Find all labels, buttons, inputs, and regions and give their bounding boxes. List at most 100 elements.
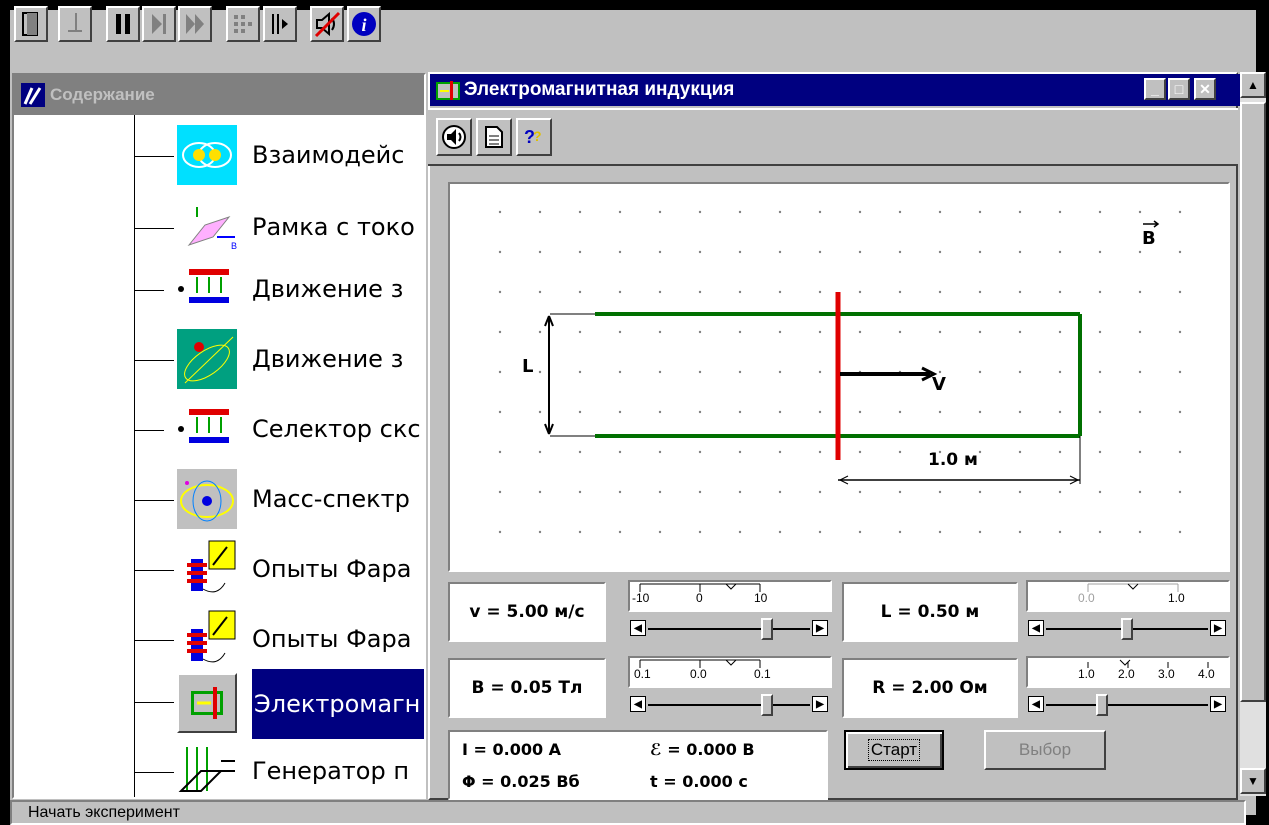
- field-dot: [1058, 370, 1062, 374]
- close-button[interactable]: ✕: [1194, 78, 1216, 100]
- sound-icon[interactable]: [436, 118, 472, 156]
- window-title-bar[interactable]: Электромагнитная индукция _ □ ✕: [430, 74, 1240, 106]
- field-decrease-button[interactable]: ◀: [630, 696, 646, 712]
- velocity-tick: 10: [754, 591, 768, 605]
- resistance-increase-button[interactable]: ▶: [1210, 696, 1226, 712]
- resistance-tick: 1.0: [1078, 667, 1095, 681]
- length-tick: 1.0: [1168, 591, 1185, 605]
- field-increase-button[interactable]: ▶: [812, 696, 828, 712]
- velocity-slider[interactable]: -10 0 10 ◀ ▶: [628, 580, 832, 644]
- velocity-scale: -10 0 10: [628, 580, 832, 612]
- field-dot: [738, 290, 742, 294]
- list-item[interactable]: B Рамка с токо: [14, 195, 424, 265]
- field-dot: [1058, 530, 1062, 534]
- list-item-label: Движение з: [252, 345, 404, 373]
- field-dot: [1138, 530, 1142, 534]
- field-dot: [858, 530, 862, 534]
- field-label: B: [1142, 228, 1156, 249]
- scroll-up-button[interactable]: ▲: [1240, 72, 1266, 98]
- list-item[interactable]: Опыты Фара: [14, 607, 424, 677]
- list-item[interactable]: Опыты Фара: [14, 537, 424, 607]
- list-item[interactable]: Взаимодейс: [14, 123, 424, 193]
- field-dot: [498, 490, 502, 494]
- step-icon[interactable]: [58, 6, 92, 42]
- field-dot: [578, 530, 582, 534]
- vertical-scrollbar[interactable]: ▲ ▼: [1240, 72, 1266, 796]
- field-dot: [778, 250, 782, 254]
- field-dot: [658, 410, 662, 414]
- induction-icon: [177, 673, 237, 733]
- field-dot: [898, 290, 902, 294]
- faraday-experiment-icon: [177, 539, 237, 599]
- sound-off-icon[interactable]: [310, 6, 344, 42]
- grid-icon[interactable]: [226, 6, 260, 42]
- pause-icon[interactable]: [106, 6, 140, 42]
- field-dot: [578, 410, 582, 414]
- field-dot: [1058, 330, 1062, 334]
- field-dot: [1178, 370, 1182, 374]
- field-dot: [1138, 330, 1142, 334]
- length-slider[interactable]: 0.0 1.0 ◀ ▶: [1026, 580, 1230, 644]
- field-scale: 0.1 0.0 0.1: [628, 656, 832, 688]
- field-dot: [538, 370, 542, 374]
- length-scale: 0.0 1.0: [1026, 580, 1230, 612]
- info-icon[interactable]: i: [347, 6, 381, 42]
- length-decrease-button[interactable]: ◀: [1028, 620, 1044, 636]
- minimize-button[interactable]: _: [1144, 78, 1166, 100]
- list-item[interactable]: Движение з: [14, 327, 424, 397]
- length-slider-thumb[interactable]: [1121, 618, 1133, 640]
- resistance-readout: R = 2.00 Ом: [842, 658, 1018, 718]
- field-dot: [578, 210, 582, 214]
- help-icon[interactable]: ??: [516, 118, 552, 156]
- field-dot: [698, 370, 702, 374]
- field-dot: [538, 450, 542, 454]
- field-slider[interactable]: 0.1 0.0 0.1 ◀ ▶: [628, 656, 832, 720]
- resistance-slider-thumb[interactable]: [1095, 694, 1108, 716]
- field-dot: [1018, 330, 1022, 334]
- list-item-label: Селектор скс: [252, 415, 421, 443]
- field-dot: [698, 530, 702, 534]
- document-icon[interactable]: [476, 118, 512, 156]
- resistance-decrease-button[interactable]: ◀: [1028, 696, 1044, 712]
- field-dot: [1098, 290, 1102, 294]
- field-dot: [898, 530, 902, 534]
- velocity-decrease-button[interactable]: ◀: [630, 620, 646, 636]
- exit-icon[interactable]: [14, 6, 48, 42]
- list-item[interactable]: Масс-спектр: [14, 467, 424, 537]
- field-dot: [738, 210, 742, 214]
- fast-forward-icon[interactable]: [178, 6, 212, 42]
- field-dot: [1138, 410, 1142, 414]
- list-item[interactable]: Движение з: [14, 257, 424, 327]
- field-dot: [618, 370, 622, 374]
- field-dot: [778, 330, 782, 334]
- field-dot: [1178, 290, 1182, 294]
- field-dot: [618, 330, 622, 334]
- length-increase-button[interactable]: ▶: [1210, 620, 1226, 636]
- field-dot: [938, 410, 942, 414]
- field-dot: [1138, 210, 1142, 214]
- svg-text:?: ?: [533, 128, 542, 144]
- start-button[interactable]: Старт: [844, 730, 944, 770]
- list-item[interactable]: Селектор скс: [14, 397, 424, 467]
- field-dot: [698, 410, 702, 414]
- velocity-slider-thumb[interactable]: [760, 618, 773, 640]
- field-slider-thumb[interactable]: [760, 694, 773, 716]
- svg-text:B: B: [231, 241, 237, 251]
- step-grid-icon[interactable]: [263, 6, 297, 42]
- scroll-thumb[interactable]: [1240, 102, 1266, 702]
- field-dot: [578, 450, 582, 454]
- select-button[interactable]: Выбор: [984, 730, 1106, 770]
- field-dot: [1018, 250, 1022, 254]
- field-dot: [1058, 250, 1062, 254]
- contents-title-bar: Содержание: [14, 75, 424, 115]
- velocity-increase-button[interactable]: ▶: [812, 620, 828, 636]
- list-item-selected[interactable]: Электромагн: [14, 669, 424, 739]
- resistance-slider[interactable]: 1.0 2.0 3.0 4.0 ◀ ▶: [1026, 656, 1230, 720]
- field-dot: [938, 250, 942, 254]
- field-dot: [1058, 450, 1062, 454]
- scroll-down-button[interactable]: ▼: [1240, 768, 1266, 794]
- list-item[interactable]: Генератор п: [14, 739, 424, 797]
- step-forward-icon[interactable]: [142, 6, 176, 42]
- field-dot: [698, 490, 702, 494]
- maximize-button[interactable]: □: [1168, 78, 1190, 100]
